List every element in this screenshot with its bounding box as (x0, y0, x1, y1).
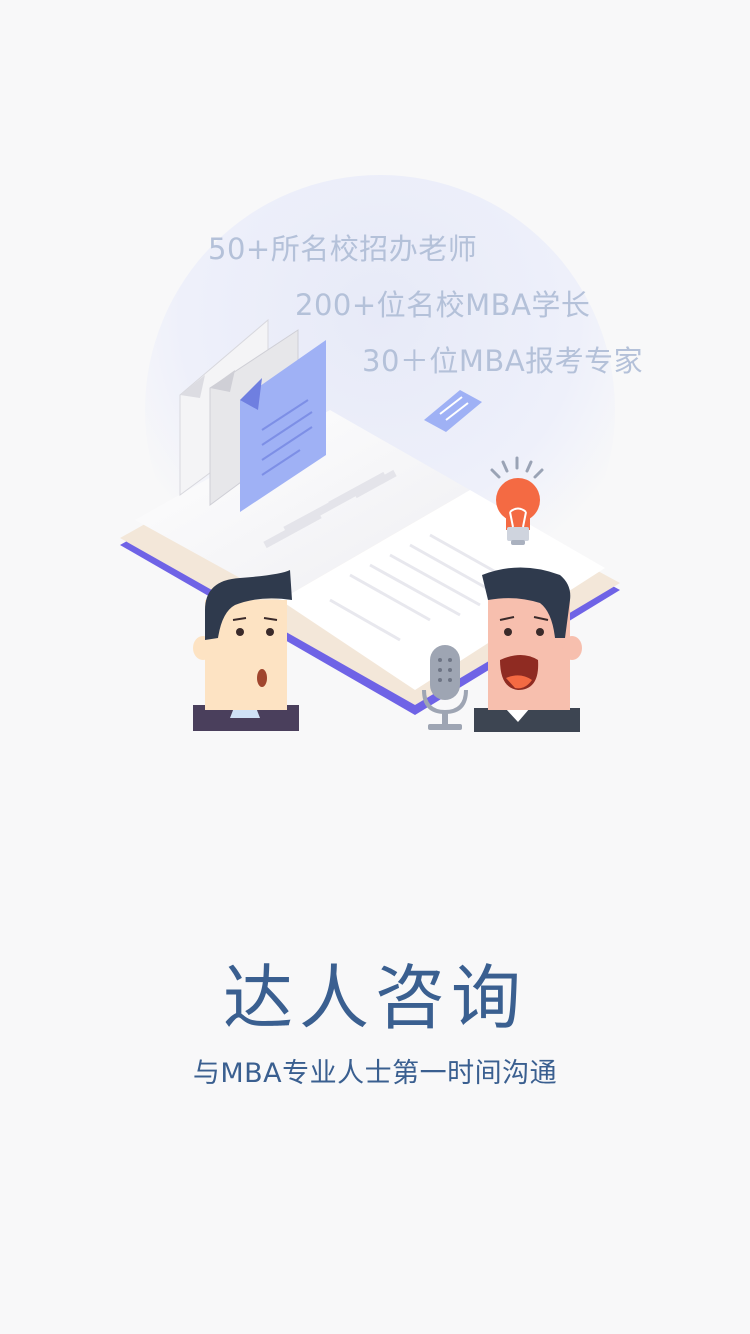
page-subtitle: 与MBA专业人士第一时间沟通 (192, 1058, 558, 1089)
speaker-character (474, 567, 582, 732)
page-title: 达人咨询 (223, 957, 527, 1039)
stat-teachers: 50+所名校招办老师 (208, 232, 478, 266)
microphone-icon (422, 645, 468, 730)
listener-character (193, 570, 299, 731)
consultation-illustration (120, 175, 620, 732)
stat-experts: 30＋位MBA报考专家 (362, 344, 644, 378)
stat-alumni: 200+位名校MBA学长 (295, 288, 591, 322)
onboarding-screen: 50+所名校招办老师 200+位名校MBA学长 30＋位MBA报考专家 达人咨询… (0, 0, 750, 1334)
